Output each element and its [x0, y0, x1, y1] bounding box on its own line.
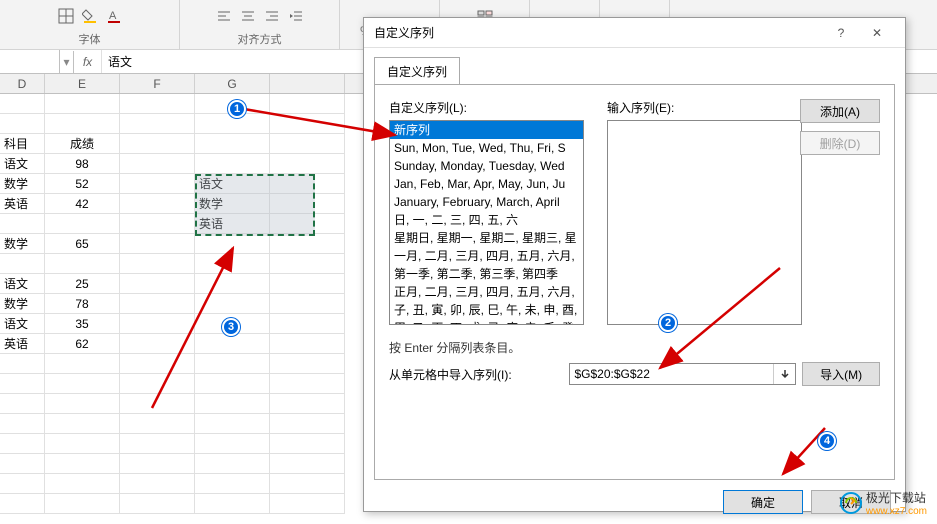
delete-button[interactable]: 删除(D): [800, 131, 880, 155]
cell[interactable]: 35: [45, 314, 120, 334]
watermark-logo-icon: [840, 492, 862, 514]
list-item[interactable]: 甲, 乙, 丙, 丁, 戊, 己, 庚, 辛, 壬, 癸: [390, 319, 583, 325]
entries-textarea[interactable]: [607, 120, 802, 325]
custom-list-listbox[interactable]: 新序列 Sun, Mon, Tue, Wed, Thu, Fri, S Sund…: [389, 120, 584, 325]
cell[interactable]: 数学: [0, 174, 45, 194]
watermark-url: www.xz7.com: [866, 506, 927, 517]
cell[interactable]: 62: [45, 334, 120, 354]
list-item[interactable]: 一月, 二月, 三月, 四月, 五月, 六月,: [390, 247, 583, 265]
col-header-f[interactable]: F: [120, 74, 195, 93]
col-header-g[interactable]: G: [195, 74, 270, 93]
callout-3: 3: [222, 318, 240, 336]
align-group-label: 对齐方式: [238, 31, 282, 47]
col-header-blank[interactable]: [270, 74, 345, 93]
align-left-icon[interactable]: [214, 6, 234, 26]
list-item[interactable]: Jan, Feb, Mar, Apr, May, Jun, Ju: [390, 175, 583, 193]
align-right-icon[interactable]: [262, 6, 282, 26]
cell-subject-header[interactable]: 科目: [0, 134, 45, 154]
callout-4: 4: [818, 432, 836, 450]
list-item[interactable]: 新序列: [390, 121, 583, 139]
list-item[interactable]: Sun, Mon, Tue, Wed, Thu, Fri, S: [390, 139, 583, 157]
list-item[interactable]: 日, 一, 二, 三, 四, 五, 六: [390, 211, 583, 229]
import-range-input[interactable]: [570, 367, 773, 381]
font-group-label: 字体: [79, 31, 101, 47]
namebox-dropdown-icon[interactable]: ▾: [60, 51, 74, 73]
fx-button[interactable]: fx: [74, 50, 102, 73]
watermark: 极光下载站 www.xz7.com: [840, 489, 927, 517]
dialog-footer: 确定 取消: [364, 490, 905, 524]
align-center-icon[interactable]: [238, 6, 258, 26]
dialog-title: 自定义序列: [374, 24, 823, 41]
add-button[interactable]: 添加(A): [800, 99, 880, 123]
dialog-tabs: 自定义序列: [364, 48, 905, 84]
cell[interactable]: 英语: [0, 194, 45, 214]
import-label: 从单元格中导入序列(I):: [389, 366, 563, 383]
name-box[interactable]: [0, 50, 60, 73]
cell[interactable]: 52: [45, 174, 120, 194]
list-item[interactable]: 正月, 二月, 三月, 四月, 五月, 六月,: [390, 283, 583, 301]
cell[interactable]: 语文: [0, 274, 45, 294]
cell[interactable]: [45, 254, 120, 274]
cell[interactable]: 25: [45, 274, 120, 294]
dialog-body: 自定义序列(L): 新序列 Sun, Mon, Tue, Wed, Thu, F…: [374, 84, 895, 480]
cell[interactable]: 98: [45, 154, 120, 174]
col-header-e[interactable]: E: [45, 74, 120, 93]
cell[interactable]: 42: [45, 194, 120, 214]
ok-button[interactable]: 确定: [723, 490, 803, 514]
help-icon: ?: [838, 26, 845, 40]
callout-2: 2: [659, 314, 677, 332]
font-color-icon[interactable]: A: [104, 6, 124, 26]
cell[interactable]: 英语: [0, 334, 45, 354]
list-item[interactable]: 星期日, 星期一, 星期二, 星期三, 星: [390, 229, 583, 247]
hint-text: 按 Enter 分隔列表条目。: [389, 339, 880, 356]
tab-custom-list[interactable]: 自定义序列: [374, 57, 460, 85]
dialog-titlebar: 自定义序列 ? ✕: [364, 18, 905, 48]
cell[interactable]: 数学: [0, 234, 45, 254]
col-header-d[interactable]: D: [0, 74, 45, 93]
border-icon[interactable]: [56, 6, 76, 26]
range-picker-button[interactable]: [773, 364, 795, 384]
import-button[interactable]: 导入(M): [802, 362, 880, 386]
cell[interactable]: 数学: [0, 294, 45, 314]
svg-text:A: A: [109, 10, 117, 22]
list-item[interactable]: Sunday, Monday, Tuesday, Wed: [390, 157, 583, 175]
cell[interactable]: 语文: [0, 314, 45, 334]
cell[interactable]: [0, 214, 45, 234]
list-item[interactable]: 子, 丑, 寅, 卯, 辰, 巳, 午, 未, 申, 酉,: [390, 301, 583, 319]
fill-color-icon[interactable]: [80, 6, 100, 26]
import-range-input-wrap: [569, 363, 796, 385]
indent-icon[interactable]: [286, 6, 306, 26]
cell[interactable]: [0, 254, 45, 274]
callout-1: 1: [228, 100, 246, 118]
watermark-text: 极光下载站: [866, 489, 927, 506]
cell-score-header[interactable]: 成绩: [45, 134, 120, 154]
close-icon: ✕: [872, 26, 882, 40]
close-button[interactable]: ✕: [859, 19, 895, 47]
selection-marquee: [195, 174, 315, 236]
cell[interactable]: 语文: [0, 154, 45, 174]
list-item[interactable]: January, February, March, April: [390, 193, 583, 211]
cell[interactable]: [45, 214, 120, 234]
cell[interactable]: 65: [45, 234, 120, 254]
list-label: 自定义序列(L):: [389, 99, 589, 116]
range-picker-icon: [779, 368, 791, 380]
list-item[interactable]: 第一季, 第二季, 第三季, 第四季: [390, 265, 583, 283]
cell[interactable]: 78: [45, 294, 120, 314]
help-button[interactable]: ?: [823, 19, 859, 47]
